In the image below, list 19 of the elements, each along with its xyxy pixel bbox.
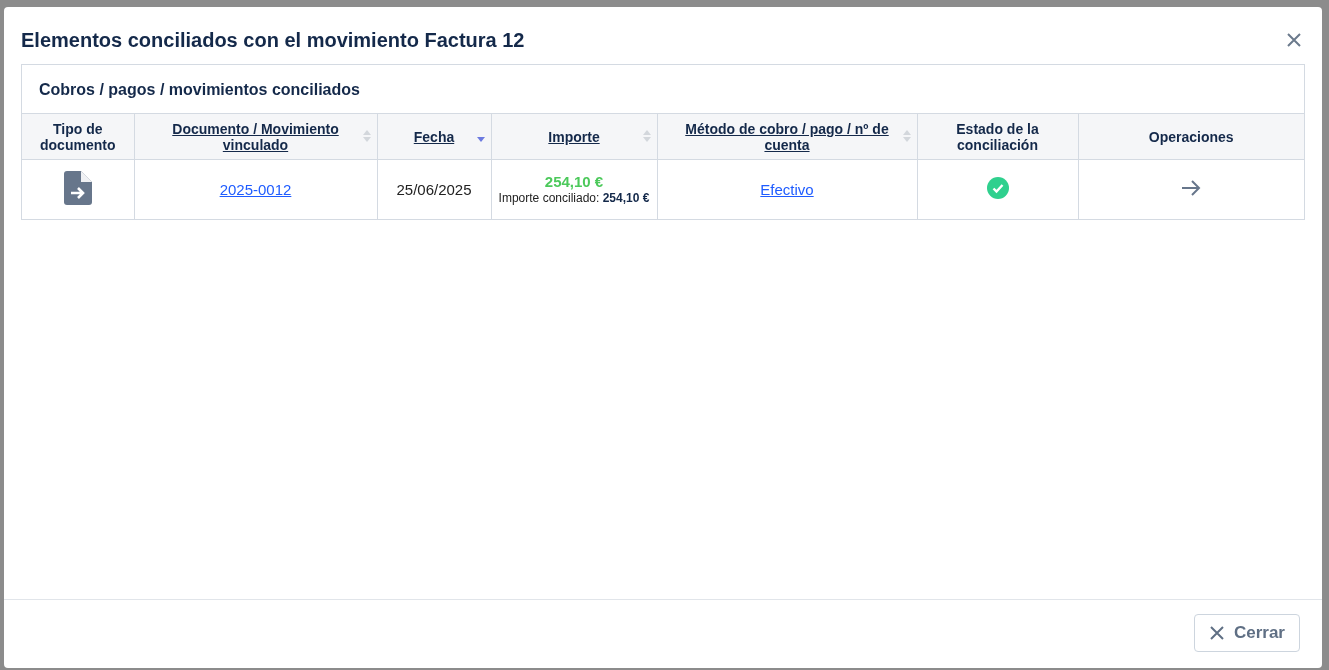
column-header: Estado de la conciliación [917, 113, 1078, 160]
amount-text: 254,10 € [543, 173, 605, 190]
column-header[interactable]: Documento / Movimiento vinculado [134, 113, 377, 160]
arrow-right-icon[interactable] [1181, 179, 1202, 197]
close-icon [1208, 625, 1225, 641]
document-link[interactable]: 2025-0012 [219, 181, 292, 198]
column-header: Operaciones [1078, 113, 1304, 160]
panel-title: Cobros / pagos / movimientos conciliados [39, 81, 360, 98]
dialog-title: Elementos conciliados con el movimiento Factura 12 [21, 28, 525, 52]
close-icon[interactable] [1286, 32, 1302, 48]
reconciled-amount-text: Importe conciliado: 254,10 € [497, 190, 651, 206]
column-header[interactable]: Importe [491, 113, 657, 160]
column-header: Tipo de documento [22, 113, 134, 160]
column-header[interactable]: Fecha [377, 113, 491, 160]
column-header[interactable]: Método de cobro / pago / nº de cuenta [657, 113, 917, 160]
date-text: 25/06/2025 [396, 181, 472, 198]
close-button[interactable]: Cerrar [1193, 614, 1300, 652]
document-arrow-icon [63, 171, 92, 205]
payment-method-link[interactable]: Efectivo [760, 181, 814, 198]
